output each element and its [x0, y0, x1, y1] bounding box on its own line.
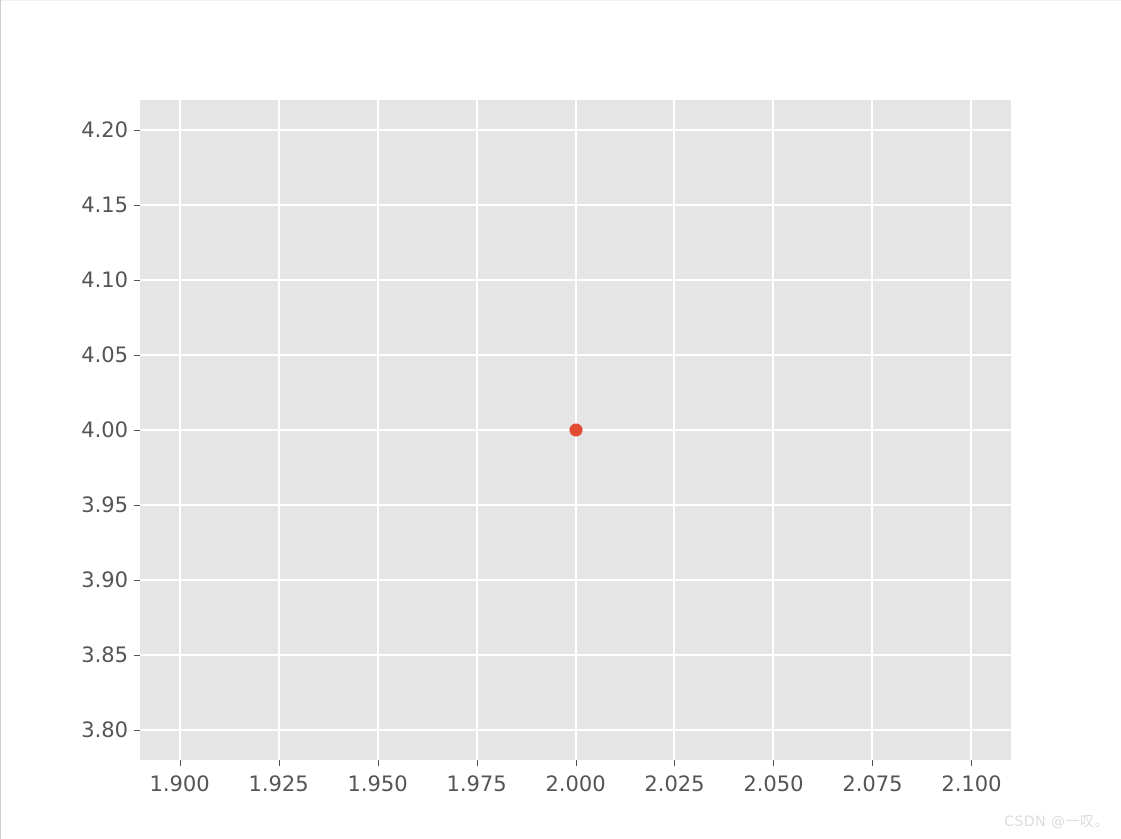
- y-tick-label: 4.00: [81, 418, 128, 442]
- grid-line-horizontal: [140, 729, 1011, 731]
- y-tick-mark: [134, 655, 140, 656]
- x-tick-mark: [576, 760, 577, 766]
- x-tick-label: 2.100: [941, 772, 1001, 796]
- x-tick-label: 1.900: [150, 772, 210, 796]
- plot-area: [140, 100, 1011, 760]
- grid-line-horizontal: [140, 654, 1011, 656]
- x-tick-label: 1.950: [347, 772, 407, 796]
- x-tick-mark: [180, 760, 181, 766]
- x-tick-mark: [971, 760, 972, 766]
- x-tick-label: 1.925: [249, 772, 309, 796]
- grid-line-horizontal: [140, 504, 1011, 506]
- x-tick-mark: [378, 760, 379, 766]
- x-tick-mark: [872, 760, 873, 766]
- y-tick-mark: [134, 505, 140, 506]
- y-tick-label: 4.10: [81, 268, 128, 292]
- y-tick-label: 4.05: [81, 343, 128, 367]
- y-tick-mark: [134, 730, 140, 731]
- x-tick-label: 2.000: [545, 772, 605, 796]
- y-tick-mark: [134, 580, 140, 581]
- grid-line-horizontal: [140, 204, 1011, 206]
- x-tick-mark: [279, 760, 280, 766]
- grid-line-horizontal: [140, 129, 1011, 131]
- border-top: [0, 0, 1121, 1]
- x-tick-mark: [773, 760, 774, 766]
- chart-container: 1.900 1.925 1.950 1.975 2.000 2.025 2.050 2.075…: [0, 0, 1121, 839]
- y-tick-label: 3.95: [81, 493, 128, 517]
- y-tick-mark: [134, 130, 140, 131]
- watermark: CSDN @一叹。: [1004, 811, 1109, 831]
- y-tick-mark: [134, 355, 140, 356]
- border-left: [0, 0, 1, 839]
- grid-line-horizontal: [140, 354, 1011, 356]
- x-tick-label: 1.975: [446, 772, 506, 796]
- y-tick-label: 4.15: [81, 193, 128, 217]
- y-tick-mark: [134, 205, 140, 206]
- y-tick-label: 4.20: [81, 118, 128, 142]
- x-tick-mark: [674, 760, 675, 766]
- y-tick-label: 3.80: [81, 718, 128, 742]
- grid-line-horizontal: [140, 279, 1011, 281]
- x-tick-label: 2.025: [644, 772, 704, 796]
- x-tick-mark: [477, 760, 478, 766]
- y-tick-mark: [134, 280, 140, 281]
- y-tick-label: 3.85: [81, 643, 128, 667]
- y-tick-label: 3.90: [81, 568, 128, 592]
- grid-line-horizontal: [140, 579, 1011, 581]
- data-point: [569, 424, 582, 437]
- x-tick-label: 2.075: [842, 772, 902, 796]
- y-tick-mark: [134, 430, 140, 431]
- x-tick-label: 2.050: [743, 772, 803, 796]
